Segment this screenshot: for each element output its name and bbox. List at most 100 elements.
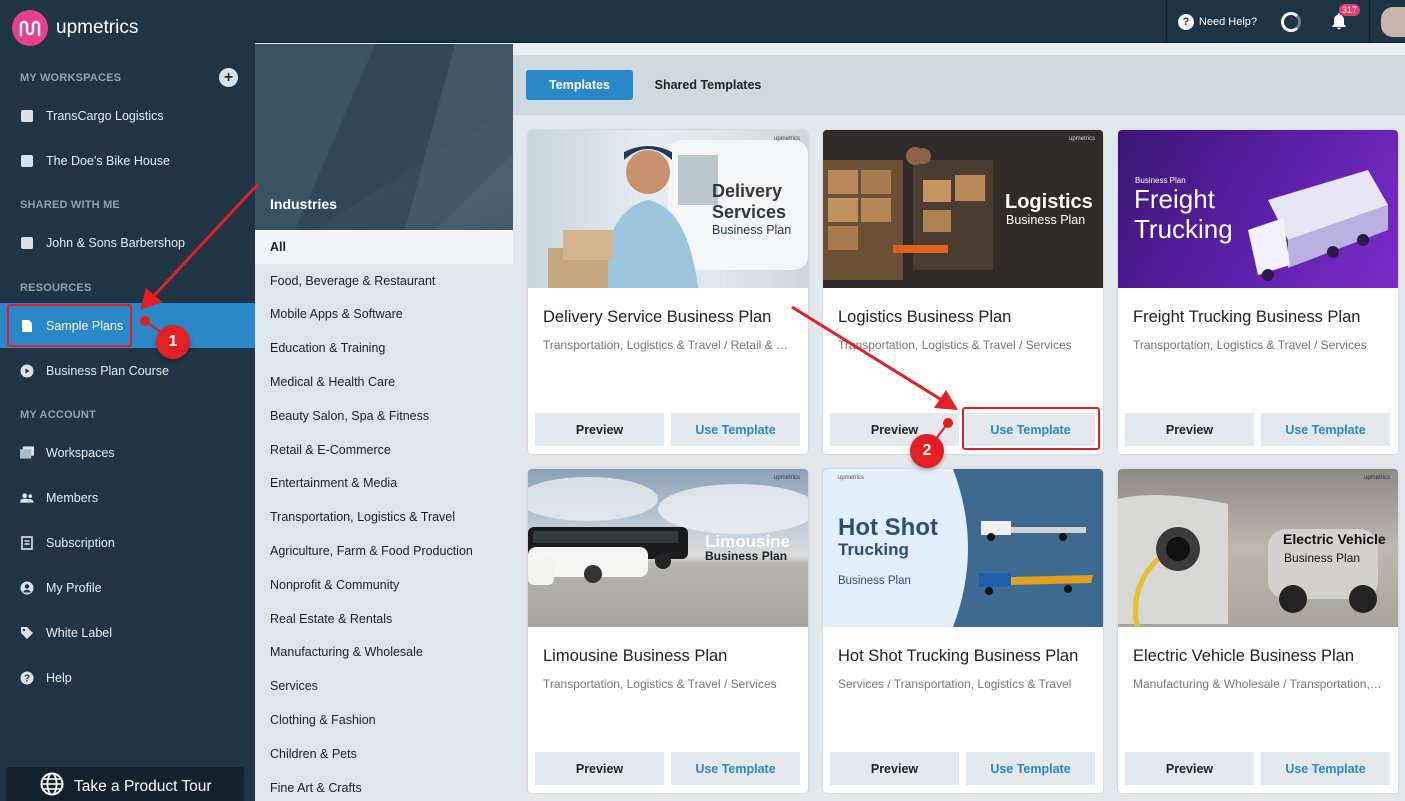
industry-item[interactable]: Beauty Salon, Spa & Fitness — [255, 399, 513, 433]
industry-item[interactable]: Services — [255, 669, 513, 703]
industry-item[interactable]: Clothing & Fashion — [255, 703, 513, 737]
industry-item[interactable]: Children & Pets — [255, 737, 513, 771]
sidebar-item-subscription[interactable]: Subscription — [0, 520, 255, 565]
card-title: Electric Vehicle Business Plan — [1133, 647, 1355, 665]
industry-item[interactable]: Education & Training — [255, 331, 513, 365]
card-tags: Transportation, Logistics & Travel / Ret… — [543, 338, 795, 352]
template-card-electric-vehicle: Electric Vehicle Business Plan upmetrics… — [1118, 469, 1398, 793]
annotation-step-2: 2 — [910, 434, 944, 468]
help-circle-icon: ? — [20, 671, 34, 685]
card-title: Hot Shot Trucking Business Plan — [838, 647, 1079, 665]
svg-text:?: ? — [24, 673, 30, 684]
upmetrics-logo-icon — [12, 10, 48, 46]
section-resources: RESOURCES — [20, 282, 92, 294]
preview-button[interactable]: Preview — [1125, 752, 1254, 785]
app-name: upmetrics — [56, 17, 139, 38]
use-template-button[interactable]: Use Template — [1261, 413, 1390, 446]
help-link[interactable]: ? Need Help? — [1167, 13, 1267, 30]
notification-badge: 317 — [1339, 3, 1361, 16]
card-image-limousine: Limousine Business Plan upmetrics — [528, 469, 808, 627]
industry-item[interactable]: Transportation, Logistics & Travel — [255, 500, 513, 534]
annotation-step-1: 1 — [156, 325, 190, 359]
sidebar-item-profile[interactable]: My Profile — [0, 565, 255, 610]
card-image-hot-shot: Hot Shot Trucking Business Plan upmetric… — [823, 469, 1103, 627]
workspace-icon — [21, 236, 33, 249]
card-image-logistics: Logistics Business Plan upmetrics — [823, 130, 1103, 288]
tab-bar: Templates Shared Templates — [513, 55, 1405, 115]
industry-item[interactable]: All — [255, 230, 513, 264]
preview-button[interactable]: Preview — [535, 752, 664, 785]
notifications-button[interactable]: 317 — [1329, 3, 1361, 33]
globe-icon — [40, 772, 64, 801]
sidebar-item-bike-house[interactable]: The Doe's Bike House — [0, 138, 255, 183]
industry-item[interactable]: Agriculture, Farm & Food Production — [255, 534, 513, 568]
receipt-icon — [20, 535, 34, 550]
card-image-freight: Business Plan Freight Trucking — [1118, 130, 1398, 288]
section-workspaces: MY WORKSPACES — [20, 72, 122, 84]
preview-button[interactable]: Preview — [1125, 413, 1254, 446]
loading-icon[interactable] — [1281, 11, 1301, 32]
tab-shared-templates[interactable]: Shared Templates — [645, 70, 771, 100]
section-account: MY ACCOUNT — [20, 409, 96, 421]
card-image-electric-vehicle: Electric Vehicle Business Plan upmetrics — [1118, 469, 1398, 627]
card-title: Limousine Business Plan — [543, 647, 728, 665]
users-icon — [20, 491, 34, 505]
use-template-button[interactable]: Use Template — [671, 413, 800, 446]
template-card-freight: Business Plan Freight Trucking Freight T… — [1118, 130, 1398, 454]
card-title: Freight Trucking Business Plan — [1133, 308, 1361, 326]
product-tour-button[interactable]: Take a Product Tour — [6, 767, 244, 801]
industries-header: Industries — [255, 44, 513, 230]
section-shared: SHARED WITH ME — [20, 199, 120, 211]
preview-button[interactable]: Preview — [830, 752, 959, 785]
template-card-delivery: Delivery Services Business Plan upmetric… — [528, 130, 808, 454]
sidebar-item-barbershop[interactable]: John & Sons Barbershop — [0, 220, 255, 265]
card-image-delivery: Delivery Services Business Plan upmetric… — [528, 130, 808, 288]
card-title: Delivery Service Business Plan — [543, 308, 772, 326]
top-bar: ? Need Help? 317 — [255, 0, 1405, 43]
workspace-icon — [21, 109, 33, 122]
use-template-button[interactable]: Use Template — [1261, 752, 1390, 785]
card-tags: Transportation, Logistics & Travel / Ser… — [1133, 338, 1367, 352]
folders-icon — [20, 446, 34, 460]
industries-panel: Industries All Food, Beverage & Restauran… — [255, 44, 513, 801]
preview-button[interactable]: Preview — [535, 413, 664, 446]
template-card-logistics: Logistics Business Plan upmetrics Logist… — [823, 130, 1103, 454]
card-tags: Services / Transportation, Logistics & T… — [838, 677, 1072, 691]
industry-item[interactable]: Mobile Apps & Software — [255, 298, 513, 332]
industry-item[interactable]: Nonprofit & Community — [255, 568, 513, 602]
sidebar-item-members[interactable]: Members — [0, 475, 255, 520]
industry-item[interactable]: Fine Art & Crafts — [255, 771, 513, 801]
annotation-highlight-use-template — [962, 407, 1100, 450]
sidebar-item-workspaces[interactable]: Workspaces — [0, 430, 255, 475]
card-title: Logistics Business Plan — [838, 308, 1012, 326]
use-template-button[interactable]: Use Template — [671, 752, 800, 785]
annotation-highlight-sample-plans — [7, 304, 132, 347]
sidebar-item-course[interactable]: Business Plan Course — [0, 348, 255, 393]
card-tags: Transportation, Logistics & Travel / Ser… — [838, 338, 1072, 352]
sidebar: upmetrics MY WORKSPACES + TransCargo Log… — [0, 0, 255, 801]
card-tags: Transportation, Logistics & Travel / Ser… — [543, 677, 777, 691]
industries-title: Industries — [270, 196, 337, 212]
sidebar-item-help[interactable]: ? Help — [0, 655, 255, 700]
tab-templates[interactable]: Templates — [526, 70, 633, 100]
user-circle-icon — [20, 581, 34, 595]
industry-item[interactable]: Retail & E-Commerce — [255, 433, 513, 467]
industry-item[interactable]: Manufacturing & Wholesale — [255, 636, 513, 670]
tag-icon — [20, 626, 34, 640]
template-card-hot-shot: Hot Shot Trucking Business Plan upmetric… — [823, 469, 1103, 793]
add-workspace-icon[interactable]: + — [219, 68, 238, 87]
play-circle-icon — [20, 364, 34, 378]
use-template-button[interactable]: Use Template — [966, 752, 1095, 785]
logo[interactable]: upmetrics — [12, 10, 138, 46]
industry-item[interactable]: Entertainment & Media — [255, 467, 513, 501]
sidebar-item-transcargo[interactable]: TransCargo Logistics — [0, 93, 255, 138]
template-card-limousine: Limousine Business Plan upmetrics Limous… — [528, 469, 808, 793]
industry-item[interactable]: Real Estate & Rentals — [255, 602, 513, 636]
card-tags: Manufacturing & Wholesale / Transportati… — [1133, 677, 1385, 691]
workspace-icon — [21, 154, 33, 167]
help-icon: ? — [1177, 13, 1194, 30]
industry-item[interactable]: Food, Beverage & Restaurant — [255, 264, 513, 298]
avatar[interactable] — [1381, 6, 1405, 37]
sidebar-item-white-label[interactable]: White Label — [0, 610, 255, 655]
industry-item[interactable]: Medical & Health Care — [255, 365, 513, 399]
